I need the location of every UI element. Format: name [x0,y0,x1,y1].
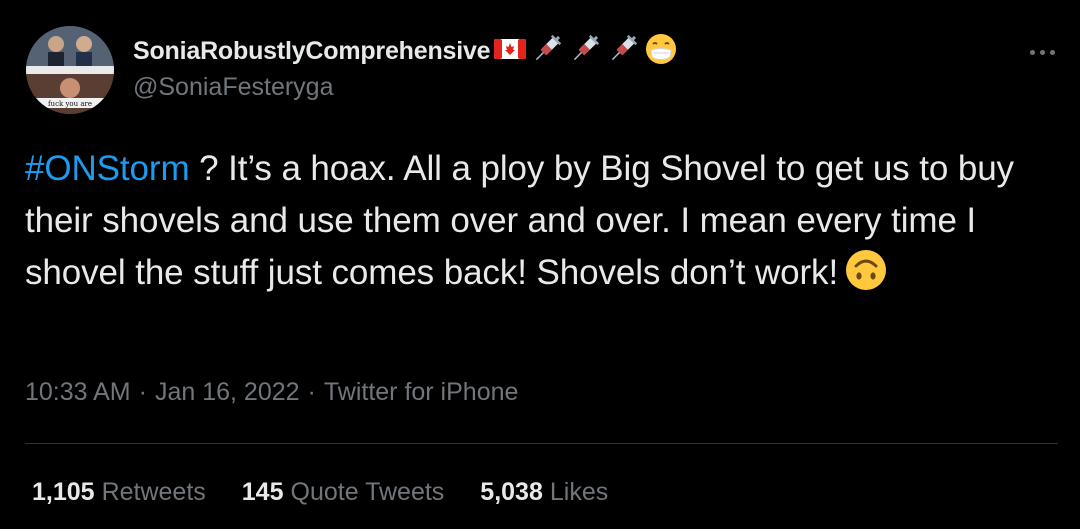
tweet-date[interactable]: Jan 16, 2022 [155,378,300,407]
likes-stat[interactable]: 5,038 Likes [480,478,608,507]
quote-tweets-stat[interactable]: 145 Quote Tweets [242,478,445,507]
tweet-time[interactable]: 10:33 AM [25,378,131,407]
tweet-text: #ONStorm ? It’s a hoax. All a ploy by Bi… [25,143,1055,307]
quote-tweets-label: Quote Tweets [290,478,445,506]
retweets-count: 1,105 [32,478,95,506]
retweets-stat[interactable]: 1,105 Retweets [32,478,206,507]
syringe-icon [530,32,564,71]
avatar[interactable]: fuck you are [26,26,114,114]
display-name[interactable]: SoniaRobustlyComprehensive [133,37,491,66]
face-with-mask-icon [644,32,678,71]
hashtag-link[interactable]: #ONStorm [25,149,190,188]
meta-separator: · [307,378,316,406]
syringe-icon [568,32,602,71]
display-name-row[interactable]: SoniaRobustlyComprehensive [133,32,678,70]
more-options-dot [1049,49,1055,55]
canada-flag-icon [494,37,527,66]
upside-down-face-icon [844,248,888,307]
divider [25,443,1058,444]
tweet-source[interactable]: Twitter for iPhone [324,378,519,407]
syringe-icon [606,32,640,71]
user-handle[interactable]: @SoniaFesteryga [133,73,333,102]
tweet-stats: 1,105 Retweets 145 Quote Tweets 5,038 Li… [32,478,644,507]
tweet-card: fuck you are SoniaRobustlyComprehensive [0,0,1080,529]
more-options-dot [1039,49,1045,55]
tweet-meta: 10:33 AM · Jan 16, 2022 · Twitter for iP… [25,378,518,407]
likes-count: 5,038 [480,478,543,506]
quote-tweets-count: 145 [241,478,284,506]
more-options-icon [1029,49,1035,55]
avatar-caption: fuck you are [48,100,92,108]
retweets-label: Retweets [101,478,206,506]
likes-label: Likes [549,478,609,506]
avatar-image: fuck you are [26,26,114,114]
meta-separator: · [138,378,147,406]
more-options-button[interactable] [1024,40,1060,64]
